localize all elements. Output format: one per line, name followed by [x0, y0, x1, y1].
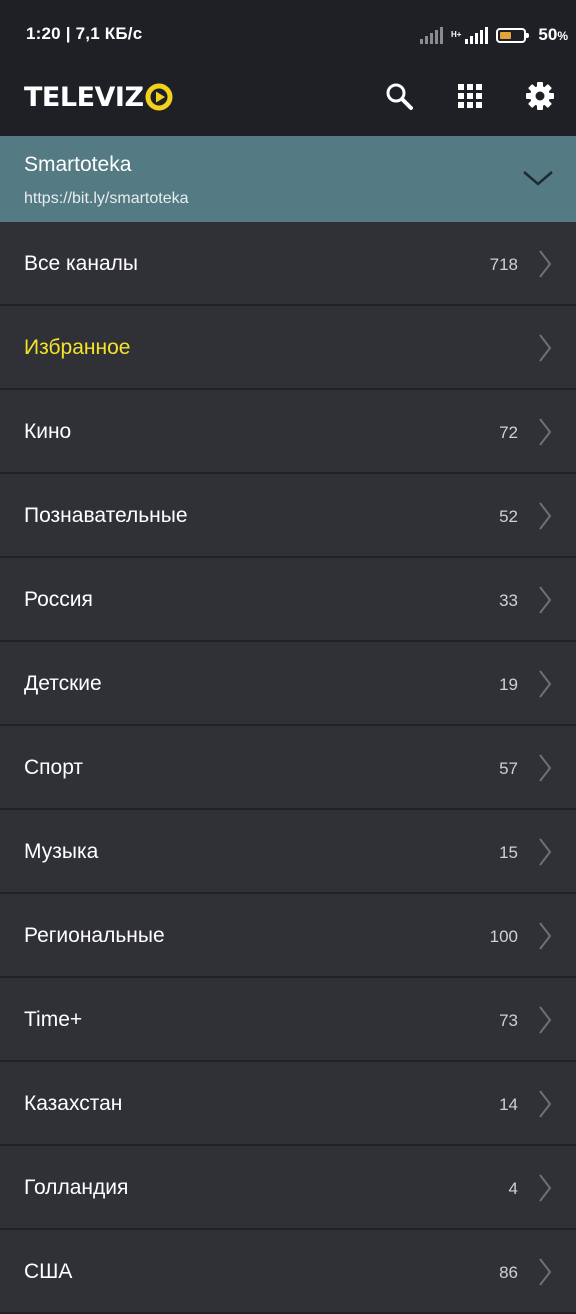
playlist-url: https://bit.ly/smartoteka	[24, 190, 189, 207]
televizo-logo: TELEVIZ	[24, 81, 173, 113]
battery-icon	[496, 27, 530, 43]
category-label: Детские	[24, 672, 102, 695]
app-bar: TELEVIZ	[0, 70, 576, 136]
gear-icon	[526, 82, 554, 110]
grid-icon	[458, 84, 482, 108]
signal-strength-icon-2	[465, 26, 489, 44]
chevron-right-icon	[539, 334, 552, 362]
category-row[interactable]: Познавательные 52	[0, 474, 576, 558]
battery-percent-unit: %	[557, 29, 568, 43]
category-count: 14	[499, 1095, 518, 1114]
chevron-right-icon	[539, 922, 552, 950]
category-label: США	[24, 1260, 73, 1283]
category-label: Кино	[24, 420, 72, 443]
category-row[interactable]: США 86	[0, 1230, 576, 1314]
chevron-right-icon	[539, 1258, 552, 1286]
logo-play-icon	[145, 83, 173, 111]
playlist-selector[interactable]: Smartoteka https://bit.ly/smartoteka	[0, 136, 576, 222]
category-label: Спорт	[24, 756, 84, 779]
category-count: 73	[499, 1011, 518, 1030]
battery-percent-value: 50	[538, 25, 558, 44]
category-count: 15	[499, 843, 518, 862]
category-list: Все каналы 718 Избранное Кино 72 Познавательн…	[0, 222, 576, 1314]
chevron-right-icon	[539, 418, 552, 446]
category-label: Россия	[24, 588, 93, 611]
settings-button[interactable]	[524, 80, 556, 112]
chevron-right-icon	[539, 670, 552, 698]
chevron-right-icon	[539, 1006, 552, 1034]
category-label: Избранное	[24, 336, 131, 359]
category-row[interactable]: Детские 19	[0, 642, 576, 726]
category-count: 100	[489, 927, 518, 946]
grid-view-button[interactable]	[454, 80, 486, 112]
category-count: 86	[499, 1263, 518, 1282]
chevron-right-icon	[539, 1090, 552, 1118]
battery-fill	[500, 31, 512, 39]
signal-strength-icon	[419, 26, 443, 44]
category-label: Музыка	[24, 840, 99, 863]
category-count: 52	[499, 507, 518, 526]
category-row[interactable]: Музыка 15	[0, 810, 576, 894]
category-row[interactable]: Казахстан 14	[0, 1062, 576, 1146]
chevron-down-icon	[523, 171, 553, 186]
chevron-right-icon	[539, 754, 552, 782]
category-label: Региональные	[24, 924, 165, 947]
category-label: Time+	[24, 1008, 83, 1031]
playlist-name: Smartoteka	[24, 153, 132, 176]
chevron-right-icon	[539, 502, 552, 530]
search-icon	[386, 83, 413, 110]
category-row[interactable]: Кино 72	[0, 390, 576, 474]
category-count: 19	[499, 675, 518, 694]
network-type-label: H+	[450, 30, 462, 39]
chevron-right-icon	[539, 838, 552, 866]
category-label: Все каналы	[24, 252, 138, 275]
category-count: 718	[489, 255, 518, 274]
chevron-right-icon	[539, 586, 552, 614]
category-row[interactable]: Региональные 100	[0, 894, 576, 978]
category-row[interactable]: Россия 33	[0, 558, 576, 642]
category-row[interactable]: Time+ 73	[0, 978, 576, 1062]
category-count: 57	[499, 759, 518, 778]
category-count: 33	[499, 591, 518, 610]
category-label: Голландия	[24, 1176, 129, 1199]
category-row[interactable]: Все каналы 718	[0, 222, 576, 306]
category-label: Познавательные	[24, 504, 188, 527]
status-bar: 1:20 | 7,1 КБ/с H+ 50%	[0, 0, 576, 70]
battery-percent: 50%	[538, 25, 568, 45]
category-row[interactable]: Спорт 57	[0, 726, 576, 810]
category-count: 72	[499, 423, 518, 442]
status-indicators: H+ 50%	[419, 22, 568, 48]
category-row[interactable]: Голландия 4	[0, 1146, 576, 1230]
chevron-right-icon	[539, 250, 552, 278]
chevron-right-icon	[539, 1174, 552, 1202]
category-label: Казахстан	[24, 1092, 123, 1115]
status-time-speed: 1:20 | 7,1 КБ/с	[26, 24, 143, 43]
search-button[interactable]	[383, 80, 415, 112]
category-count: 4	[508, 1179, 518, 1198]
logo-text: TELEVIZ	[24, 81, 144, 113]
category-row[interactable]: Избранное	[0, 306, 576, 390]
